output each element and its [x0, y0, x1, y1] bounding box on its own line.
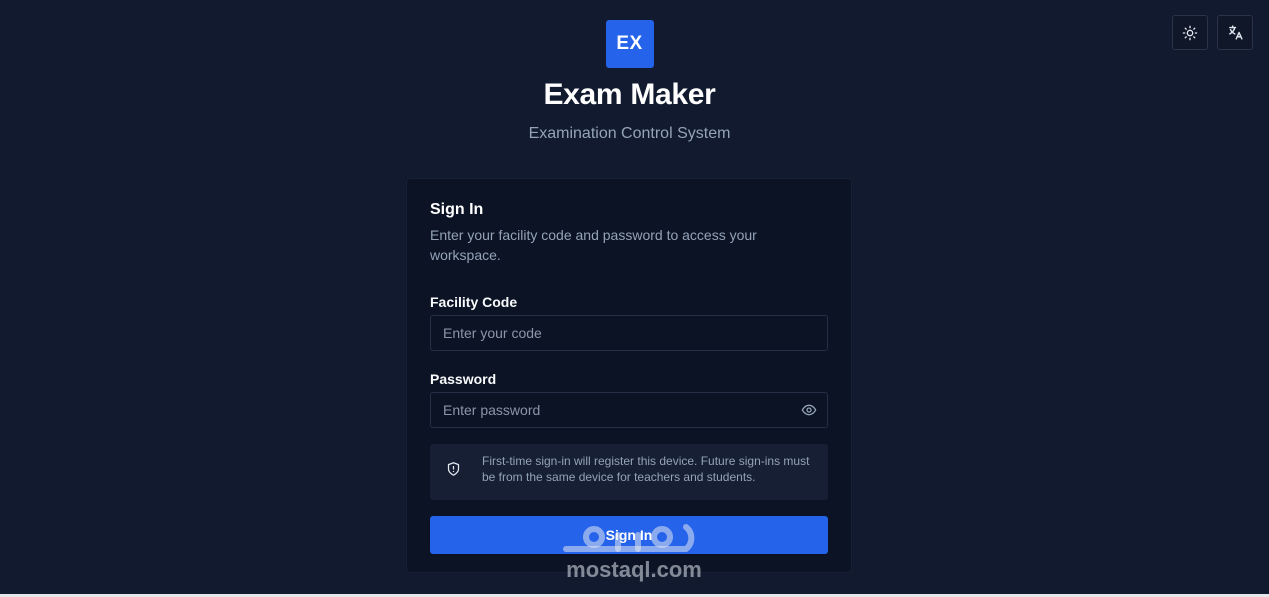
signin-description: Enter your facility code and password to…	[430, 227, 757, 263]
facility-code-wrapper	[430, 315, 828, 351]
password-wrapper	[430, 392, 828, 428]
password-label: Password	[430, 371, 497, 387]
app-title: Exam Maker	[543, 78, 716, 111]
app-subtitle: Examination Control System	[528, 125, 731, 142]
password-input[interactable]	[430, 392, 828, 428]
signin-button[interactable]: Sign In	[430, 516, 828, 554]
app-logo: EX	[605, 20, 654, 68]
notice-text: First-time sign-in will register this de…	[482, 454, 810, 484]
eye-icon[interactable]	[800, 402, 818, 418]
device-notice: First-time sign-in will register this de…	[430, 444, 828, 500]
shield-alert-icon	[447, 462, 460, 476]
facility-code-input[interactable]	[430, 315, 828, 351]
signin-title: Sign In	[430, 201, 484, 218]
facility-code-label: Facility Code	[430, 294, 518, 310]
brand-header: EX Exam Maker Examination Control System	[0, 20, 1259, 143]
login-page: EX Exam Maker Examination Control System…	[0, 0, 1269, 597]
signin-card: Sign In Enter your facility code and pas…	[406, 178, 852, 573]
